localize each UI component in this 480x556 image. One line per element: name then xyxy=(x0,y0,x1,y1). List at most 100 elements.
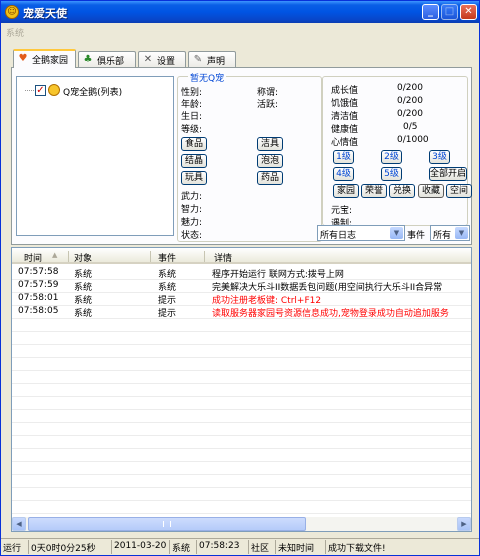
mood-label: 心情值 xyxy=(331,138,359,148)
charm-label: 魅力: xyxy=(181,218,203,228)
level-4-button[interactable]: 4级 xyxy=(333,167,354,181)
level-5-button[interactable]: 5级 xyxy=(381,167,402,181)
menu-system[interactable]: 系统 xyxy=(6,26,24,39)
hunger-value: 0/200 xyxy=(397,96,423,106)
honor-button[interactable]: 荣誉 xyxy=(361,184,387,198)
tools-icon: ✕ xyxy=(143,54,153,65)
yuanbao-label: 元宝: xyxy=(331,206,353,216)
grid-line xyxy=(12,487,471,488)
pet-info-group: 暂无Q宠 性别: 称谓: 年龄: 活跃: 生日: 等级: 食品 洁具 结晶 泡泡… xyxy=(177,71,322,242)
table-row[interactable]: 07:58:05 系统 提示 读取服务器家园号资源信息成功,宠物登录成功自动追加服务 xyxy=(12,305,471,319)
table-row[interactable]: 07:58:01 系统 提示 成功注册老板键: Ctrl+F12 xyxy=(12,292,471,306)
status-system: 系统 xyxy=(169,540,192,554)
space-button[interactable]: 空间 xyxy=(446,184,472,198)
table-row[interactable]: 07:57:58 系统 系统 程序开始运行 联网方式:拨号上网 xyxy=(12,266,471,280)
grid-line xyxy=(12,396,471,397)
log-filter-select[interactable]: 所有日志 ▼ xyxy=(317,225,405,241)
grid-line xyxy=(12,435,471,436)
log-list[interactable]: 时间 ▲ 对象 事件 详情 07:57:58 系统 系统 程序开始运行 联网方式:拨号… xyxy=(11,247,472,532)
tab-statement[interactable]: ✎ 声明 xyxy=(188,51,236,67)
status-uptime: 0天0时0分25秒 xyxy=(28,540,98,554)
menu-bar: 系统 xyxy=(1,23,479,41)
grid-line xyxy=(12,474,471,475)
tree-item-label[interactable]: Q宠全鹅(列表) xyxy=(63,85,122,98)
grid-line xyxy=(12,409,471,410)
column-divider[interactable] xyxy=(68,251,69,262)
level-2-button[interactable]: 2级 xyxy=(381,150,402,164)
cell-time: 07:58:01 xyxy=(18,293,59,303)
cleaning-button[interactable]: 洁具 xyxy=(257,137,283,151)
intellect-label: 智力: xyxy=(181,205,203,215)
bubble-button[interactable]: 泡泡 xyxy=(257,154,283,168)
tab-club[interactable]: ♣ 俱乐部 xyxy=(78,51,136,67)
active-label: 活跃: xyxy=(257,100,279,110)
level-label: 等级: xyxy=(181,125,203,135)
cell-time: 07:58:05 xyxy=(18,306,59,316)
growth-value: 0/200 xyxy=(397,83,423,93)
grid-line xyxy=(12,383,471,384)
scroll-right-icon[interactable]: ▶ xyxy=(457,517,471,531)
tab-label: 设置 xyxy=(157,57,176,67)
grid-line xyxy=(12,344,471,345)
tab-home[interactable]: ♥ 全鹅家园 xyxy=(13,49,76,68)
club-icon: ♣ xyxy=(83,54,93,65)
pet-tree[interactable]: ✓ Q宠全鹅(列表) xyxy=(16,76,174,236)
open-all-button[interactable]: 全部开启 xyxy=(429,167,467,181)
grid-line xyxy=(12,422,471,423)
toy-button[interactable]: 玩具 xyxy=(181,171,207,185)
event-filter-label: 事件 xyxy=(407,231,426,241)
tab-label: 全鹅家园 xyxy=(32,56,69,66)
table-row[interactable]: 07:57:59 系统 系统 完美解决大乐斗II数据丢包问题(用空间执行大乐斗II合异… xyxy=(12,279,471,293)
scroll-left-icon[interactable]: ◀ xyxy=(12,517,26,531)
scroll-thumb[interactable] xyxy=(28,517,306,531)
health-label: 健康值 xyxy=(331,125,359,135)
status-community: 社区 xyxy=(248,540,271,554)
column-divider[interactable] xyxy=(204,251,205,262)
status-date: 2011-03-20 xyxy=(111,540,168,554)
column-time-header[interactable]: 时间 xyxy=(24,251,42,264)
event-filter-select[interactable]: 所有 ▼ xyxy=(430,225,470,241)
mood-value: 0/1000 xyxy=(397,135,429,145)
food-button[interactable]: 食品 xyxy=(181,137,207,151)
grid-line xyxy=(12,461,471,462)
cell-object: 系统 xyxy=(74,309,93,319)
main-window: ☺ 宠爱天使 _ □ ✕ 系统 ♥ 全鹅家园 ♣ 俱乐部 ✕ 设置 ✎ 声明 ✓ xyxy=(0,0,480,556)
window-title: 宠爱天使 xyxy=(23,7,67,20)
grip-icon xyxy=(163,521,171,527)
cell-event: 提示 xyxy=(158,309,177,319)
pet-group-legend: 暂无Q宠 xyxy=(188,71,227,84)
sort-up-icon: ▲ xyxy=(52,251,58,259)
status-message: 成功下载文件! xyxy=(325,540,388,554)
hunger-label: 饥饿值 xyxy=(331,99,359,109)
status-bar: 运行 0天0时0分25秒 2011-03-20 系统 07:58:23 社区 未… xyxy=(1,538,479,555)
horizontal-scrollbar[interactable]: ◀ ▶ xyxy=(12,517,471,531)
medicine-button[interactable]: 药品 xyxy=(257,171,283,185)
growth-label: 成长值 xyxy=(331,86,359,96)
statement-icon: ✎ xyxy=(193,54,203,65)
birthday-label: 生日: xyxy=(181,112,203,122)
pet-icon: ♥ xyxy=(18,53,28,64)
home-button[interactable]: 家园 xyxy=(333,184,359,198)
cell-time: 07:57:59 xyxy=(18,280,59,290)
level-1-button[interactable]: 1级 xyxy=(333,150,354,164)
maximize-button[interactable]: □ xyxy=(441,4,458,20)
column-object-header[interactable]: 对象 xyxy=(74,251,92,264)
column-detail-header[interactable]: 详情 xyxy=(214,251,232,264)
force-label: 武力: xyxy=(181,192,203,202)
state-label: 状态: xyxy=(181,231,203,241)
close-button[interactable]: ✕ xyxy=(460,4,477,20)
exchange-button[interactable]: 兑换 xyxy=(389,184,415,198)
tab-settings[interactable]: ✕ 设置 xyxy=(138,51,186,67)
health-value: 0/5 xyxy=(403,122,418,132)
app-icon: ☺ xyxy=(5,5,19,19)
minimize-button[interactable]: _ xyxy=(422,4,439,20)
column-divider[interactable] xyxy=(150,251,151,262)
level-3-button[interactable]: 3级 xyxy=(429,150,450,164)
column-event-header[interactable]: 事件 xyxy=(158,251,176,264)
favorites-button[interactable]: 收藏 xyxy=(418,184,444,198)
crystal-button[interactable]: 结晶 xyxy=(181,154,207,168)
grid-line xyxy=(12,370,471,371)
tree-checkbox[interactable]: ✓ xyxy=(35,85,46,96)
clean-label: 清洁值 xyxy=(331,112,359,122)
title-bar[interactable]: ☺ 宠爱天使 _ □ ✕ xyxy=(1,1,479,23)
